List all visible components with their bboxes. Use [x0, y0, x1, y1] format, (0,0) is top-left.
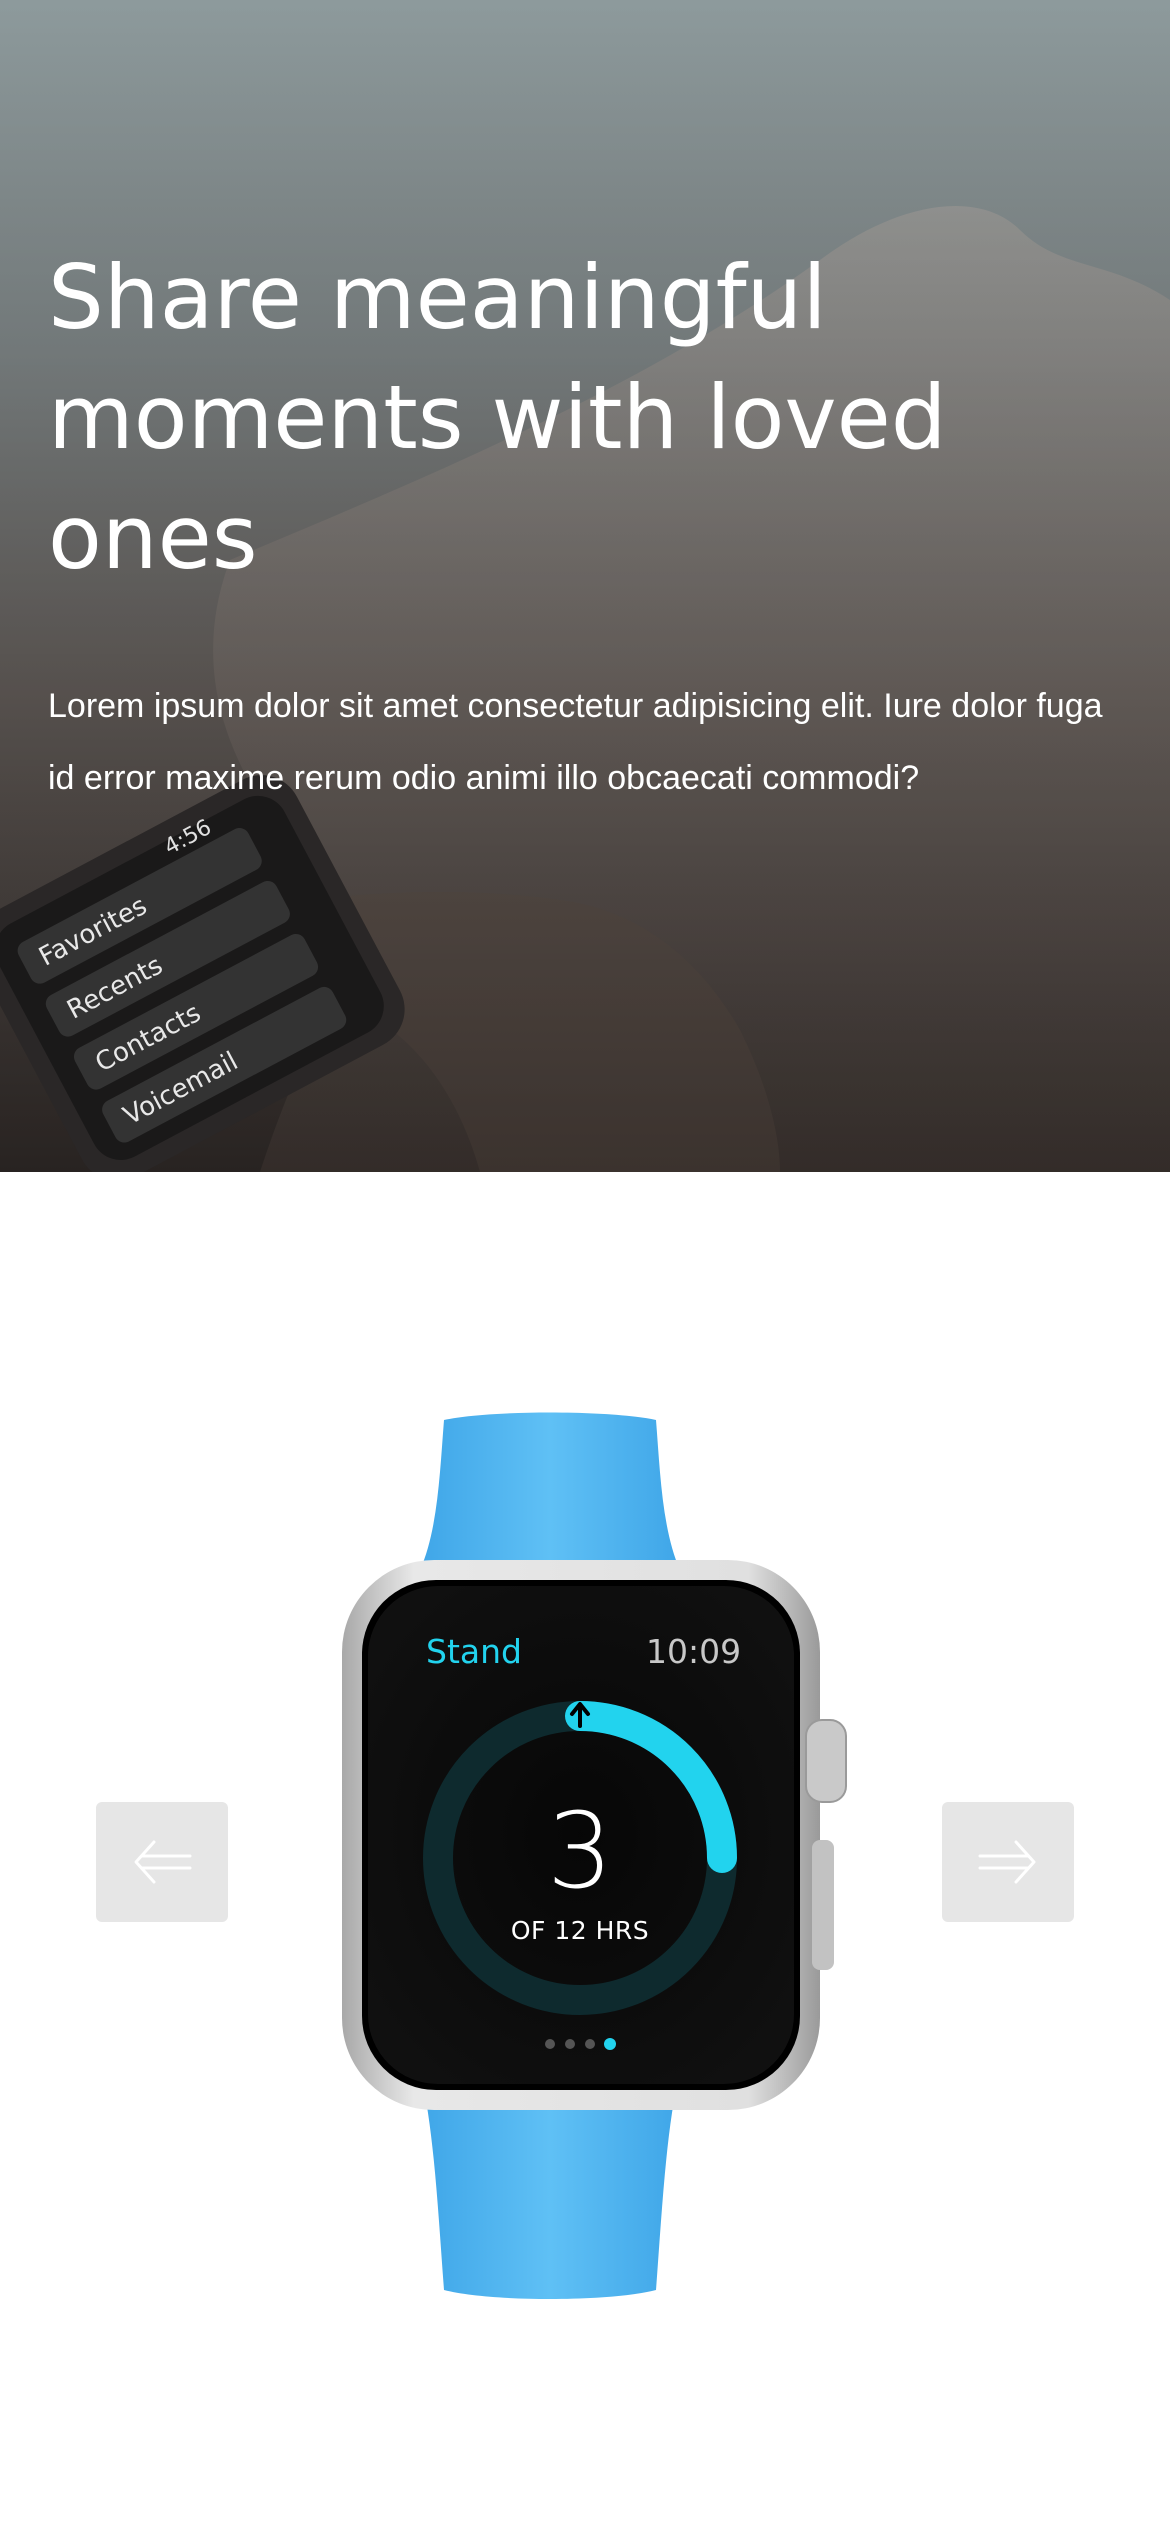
watch-carousel: Stand 10:09 3 OF 12 HRS [0, 1172, 1170, 2532]
hero-title: Share meaningful moments with loved ones [48, 246, 947, 589]
hero-section: 4:56 Favorites Recents Contacts Voicemai… [0, 0, 1170, 1172]
watch-app-label: Stand [426, 1632, 522, 1671]
watch-band-top [420, 1412, 680, 1570]
watch-time: 10:09 [646, 1632, 742, 1671]
carousel-next-button[interactable] [942, 1802, 1074, 1922]
arrow-right-icon [978, 1840, 1036, 1884]
carousel-prev-button[interactable] [96, 1802, 228, 1922]
stand-goal-label: OF 12 HRS [510, 1916, 650, 1945]
watch-image: Stand 10:09 3 OF 12 HRS [340, 1410, 850, 2310]
watch-side-button [812, 1840, 834, 1970]
arrow-left-icon [134, 1840, 192, 1884]
stand-value: 3 [546, 1790, 614, 1912]
watch-crown [805, 1719, 847, 1803]
hero-description: Lorem ipsum dolor sit amet consectetur a… [48, 687, 1103, 797]
